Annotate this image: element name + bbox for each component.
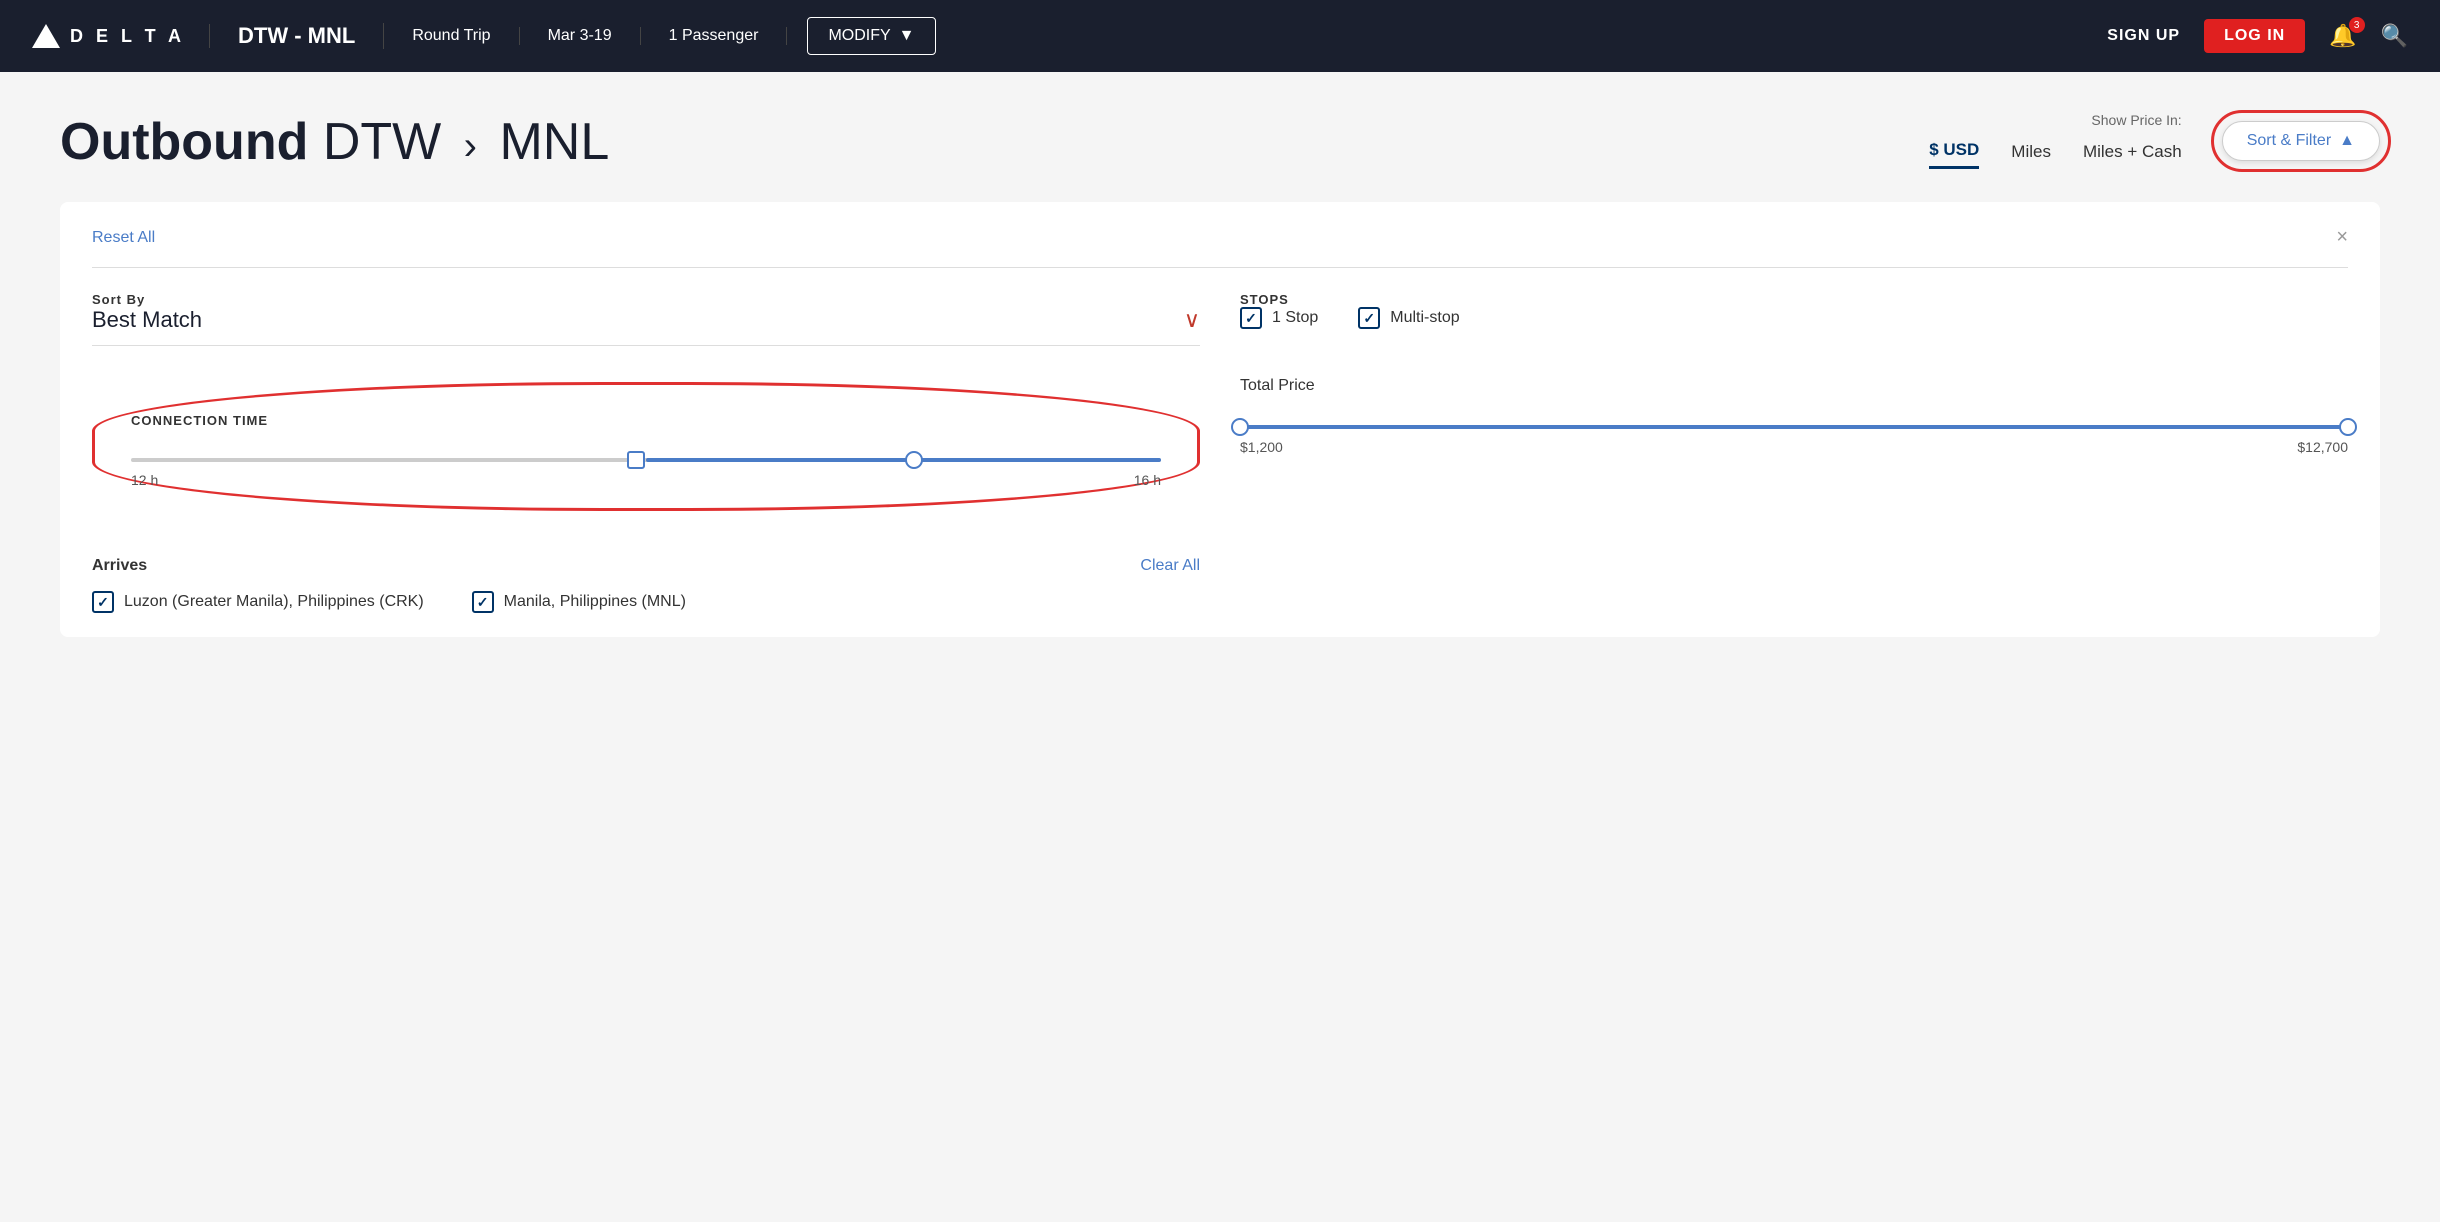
arrives-section: Arrives Clear All Luzon (Greater Manila)…	[92, 557, 1200, 613]
price-miles-option[interactable]: Miles	[2011, 142, 2051, 168]
show-price-label: Show Price In:	[2091, 112, 2181, 128]
price-thumb-left[interactable]	[1231, 418, 1249, 436]
sort-by-section: Sort By Best Match ∨	[92, 292, 1200, 346]
sort-filter-button[interactable]: Sort & Filter ▲	[2222, 121, 2380, 161]
trip-type: Round Trip	[384, 27, 519, 45]
sort-select[interactable]: Best Match ∨	[92, 307, 1200, 346]
sort-filter-icon: ▲	[2339, 132, 2355, 150]
reset-all-button[interactable]: Reset All	[92, 229, 155, 247]
delta-logo: D E L T A	[32, 24, 210, 48]
clear-all-button[interactable]: Clear All	[1140, 557, 1200, 575]
filter-grid: Sort By Best Match ∨ CONNECTION TIME	[92, 292, 2348, 613]
header-right: SIGN UP LOG IN 🔔 3 🔍	[2107, 19, 2408, 53]
price-thumb-right[interactable]	[2339, 418, 2357, 436]
page-header: Outbound DTW › MNL Show Price In: $ USD …	[60, 112, 2380, 172]
sort-chevron-icon: ∨	[1184, 307, 1200, 333]
price-slider-labels: $1,200 $12,700	[1240, 439, 2348, 455]
arrives-checkbox-1[interactable]	[92, 591, 114, 613]
stops-row: 1 Stop Multi-stop	[1240, 307, 2348, 329]
title-dest: MNL	[499, 113, 609, 171]
page-title: Outbound DTW › MNL	[60, 112, 609, 172]
connection-slider-labels: 12 h 16 h	[131, 472, 1161, 488]
arrives-header: Arrives Clear All	[92, 557, 1200, 575]
sort-value: Best Match	[92, 307, 202, 333]
route-display: DTW - MNL	[210, 23, 384, 49]
arrives-item-2: Manila, Philippines (MNL)	[472, 591, 686, 613]
connection-slider-track-wrapper	[131, 448, 1161, 472]
signup-button[interactable]: SIGN UP	[2107, 27, 2180, 45]
price-options: $ USD Miles Miles + Cash	[1929, 140, 2181, 169]
close-filter-button[interactable]: ×	[2336, 226, 2348, 249]
filter-panel: Reset All × Sort By Best Match ∨ CONNECT…	[60, 202, 2380, 637]
arrives-label-1: Luzon (Greater Manila), Philippines (CRK…	[124, 593, 424, 611]
sort-by-label: Sort By	[92, 292, 1200, 307]
connection-min-label: 12 h	[131, 472, 158, 488]
stop2-label: Multi-stop	[1390, 309, 1459, 327]
connection-time-section: CONNECTION TIME 12 h 16 h	[92, 382, 1200, 511]
right-filter-section: STOPS 1 Stop Multi-stop Total	[1240, 292, 2348, 613]
delta-triangle-icon	[32, 24, 60, 48]
price-slider-wrapper	[1240, 415, 2348, 439]
arrives-checkbox-2[interactable]	[472, 591, 494, 613]
connection-max-label: 16 h	[1134, 472, 1161, 488]
modify-chevron-icon: ▼	[899, 27, 915, 45]
stop2-item: Multi-stop	[1358, 307, 1459, 329]
arrives-title: Arrives	[92, 557, 147, 575]
main-content: Outbound DTW › MNL Show Price In: $ USD …	[0, 72, 2440, 1222]
total-price-section: Total Price $1,200 $12,700	[1240, 377, 2348, 455]
stops-section: STOPS 1 Stop Multi-stop	[1240, 292, 2348, 329]
stop2-checkbox[interactable]	[1358, 307, 1380, 329]
stop1-label: 1 Stop	[1272, 309, 1318, 327]
header-nav: Round Trip Mar 3-19 1 Passenger MODIFY ▼	[384, 17, 955, 55]
dates: Mar 3-19	[520, 27, 641, 45]
price-min-label: $1,200	[1240, 439, 1283, 455]
filter-header: Reset All ×	[92, 226, 2348, 268]
arrives-items: Luzon (Greater Manila), Philippines (CRK…	[92, 591, 1200, 613]
passengers: 1 Passenger	[641, 27, 788, 45]
title-origin-text: DTW	[323, 113, 441, 171]
connection-thumb-left[interactable]	[627, 451, 645, 469]
stops-label: STOPS	[1240, 292, 2348, 307]
title-outbound: Outbound	[60, 113, 308, 171]
modify-button[interactable]: MODIFY ▼	[807, 17, 935, 55]
login-button[interactable]: LOG IN	[2204, 19, 2305, 53]
price-miles-cash-option[interactable]: Miles + Cash	[2083, 142, 2182, 168]
main-header: D E L T A DTW - MNL Round Trip Mar 3-19 …	[0, 0, 2440, 72]
left-filter-section: Sort By Best Match ∨ CONNECTION TIME	[92, 292, 1200, 613]
notification-badge: 3	[2349, 17, 2365, 33]
arrives-item-1: Luzon (Greater Manila), Philippines (CRK…	[92, 591, 424, 613]
price-controls: Show Price In: $ USD Miles Miles + Cash	[1929, 112, 2181, 169]
title-arrow: ›	[464, 124, 477, 168]
stop1-item: 1 Stop	[1240, 307, 1318, 329]
stop1-checkbox[interactable]	[1240, 307, 1262, 329]
total-price-label: Total Price	[1240, 377, 2348, 395]
connection-time-label: CONNECTION TIME	[131, 413, 1161, 428]
search-button[interactable]: 🔍	[2381, 23, 2408, 49]
price-usd-option[interactable]: $ USD	[1929, 140, 1979, 169]
price-max-label: $12,700	[2297, 439, 2348, 455]
notifications-button[interactable]: 🔔 3	[2329, 23, 2356, 49]
arrives-label-2: Manila, Philippines (MNL)	[504, 593, 686, 611]
connection-thumb-right[interactable]	[905, 451, 923, 469]
logo-text: D E L T A	[70, 26, 185, 47]
